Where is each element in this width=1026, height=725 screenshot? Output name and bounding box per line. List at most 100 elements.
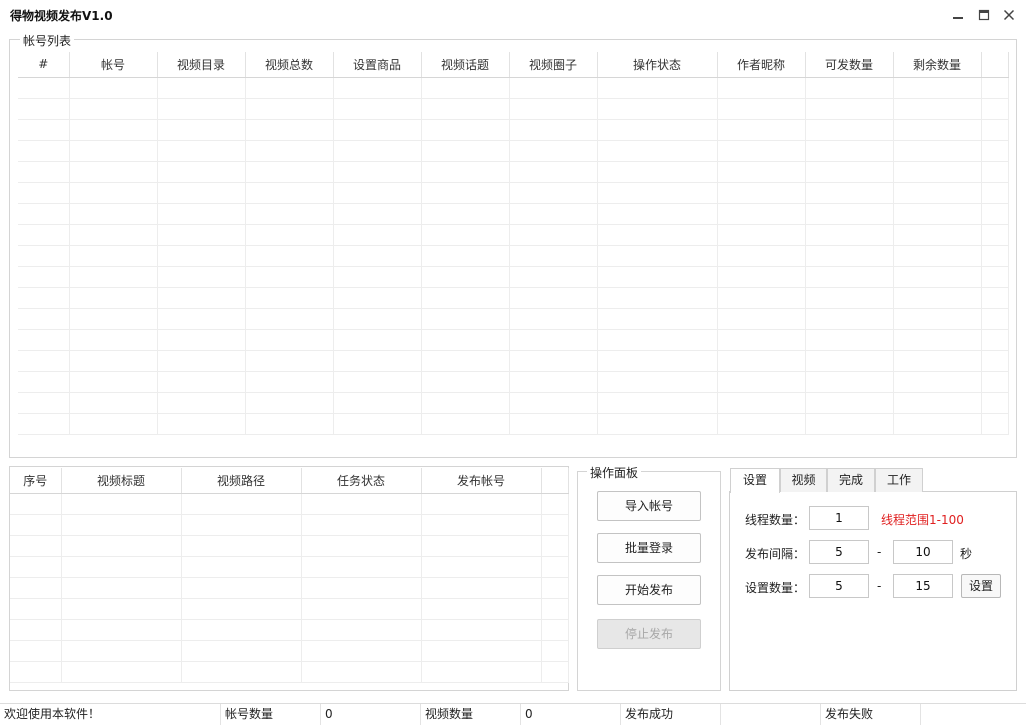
table-cell bbox=[541, 619, 569, 641]
tab-work[interactable]: 工作 bbox=[875, 468, 923, 492]
accounts-col-header[interactable]: 帐号 bbox=[69, 52, 158, 78]
table-row[interactable] bbox=[18, 140, 1009, 162]
table-row[interactable] bbox=[10, 493, 569, 515]
table-cell bbox=[245, 413, 334, 435]
table-row[interactable] bbox=[18, 161, 1009, 183]
table-row[interactable] bbox=[10, 535, 569, 557]
table-cell bbox=[421, 661, 542, 683]
status-fail-label: 发布失败 bbox=[821, 704, 921, 725]
table-row[interactable] bbox=[18, 287, 1009, 309]
table-row[interactable] bbox=[10, 577, 569, 599]
table-row[interactable] bbox=[10, 598, 569, 620]
accounts-col-header[interactable]: # bbox=[18, 52, 70, 78]
table-cell bbox=[541, 514, 569, 536]
tab-done[interactable]: 完成 bbox=[827, 468, 875, 492]
table-cell bbox=[597, 392, 718, 414]
table-cell bbox=[301, 514, 422, 536]
table-cell bbox=[157, 119, 246, 141]
table-cell bbox=[181, 535, 302, 557]
count-min-input[interactable]: 5 bbox=[809, 574, 869, 598]
table-cell bbox=[597, 119, 718, 141]
stop-publish-button[interactable]: 停止发布 bbox=[597, 619, 701, 649]
accounts-col-header[interactable]: 视频话题 bbox=[421, 52, 510, 78]
accounts-col-header[interactable]: 设置商品 bbox=[333, 52, 422, 78]
table-row[interactable] bbox=[18, 224, 1009, 246]
table-cell bbox=[509, 224, 598, 246]
table-row[interactable] bbox=[10, 619, 569, 641]
batch-login-button[interactable]: 批量登录 bbox=[597, 533, 701, 563]
table-row[interactable] bbox=[18, 350, 1009, 372]
table-cell bbox=[421, 640, 542, 662]
table-cell bbox=[509, 350, 598, 372]
tasks-col-header[interactable]: 序号 bbox=[10, 468, 62, 494]
table-row[interactable] bbox=[18, 392, 1009, 414]
table-cell bbox=[805, 140, 894, 162]
table-row[interactable] bbox=[10, 556, 569, 578]
start-publish-button[interactable]: 开始发布 bbox=[597, 575, 701, 605]
maximize-icon[interactable] bbox=[976, 7, 992, 23]
table-cell bbox=[717, 287, 806, 309]
table-row[interactable] bbox=[10, 514, 569, 536]
table-row[interactable] bbox=[10, 661, 569, 683]
table-cell bbox=[181, 661, 302, 683]
table-cell bbox=[597, 140, 718, 162]
table-row[interactable] bbox=[18, 266, 1009, 288]
accounts-col-header[interactable]: 操作状态 bbox=[597, 52, 718, 78]
tasks-col-header[interactable]: 发布帐号 bbox=[421, 468, 542, 494]
accounts-col-header[interactable]: 视频总数 bbox=[245, 52, 334, 78]
interval-min-input[interactable]: 5 bbox=[809, 540, 869, 564]
table-cell bbox=[157, 182, 246, 204]
accounts-col-header[interactable]: 作者昵称 bbox=[717, 52, 806, 78]
table-row[interactable] bbox=[18, 245, 1009, 267]
table-cell bbox=[597, 371, 718, 393]
table-cell bbox=[333, 266, 422, 288]
table-row[interactable] bbox=[18, 371, 1009, 393]
table-row[interactable] bbox=[18, 98, 1009, 120]
threads-input[interactable]: 1 bbox=[809, 506, 869, 530]
tab-settings[interactable]: 设置 bbox=[730, 468, 780, 493]
table-cell bbox=[10, 577, 62, 599]
table-row[interactable] bbox=[18, 413, 1009, 435]
import-accounts-button[interactable]: 导入帐号 bbox=[597, 491, 701, 521]
table-row[interactable] bbox=[18, 308, 1009, 330]
accounts-col-header[interactable]: 视频圈子 bbox=[509, 52, 598, 78]
table-cell bbox=[69, 287, 158, 309]
table-cell bbox=[69, 329, 158, 351]
tasks-col-header[interactable]: 视频标题 bbox=[61, 468, 182, 494]
table-row[interactable] bbox=[18, 77, 1009, 99]
table-cell bbox=[10, 514, 62, 536]
table-row[interactable] bbox=[10, 640, 569, 662]
minimize-icon[interactable] bbox=[950, 7, 966, 23]
tasks-table: 序号 视频标题 视频路径 任务状态 发布帐号 bbox=[10, 468, 569, 683]
table-cell bbox=[333, 161, 422, 183]
table-row[interactable] bbox=[18, 182, 1009, 204]
table-cell bbox=[157, 308, 246, 330]
accounts-col-header[interactable]: 剩余数量 bbox=[893, 52, 982, 78]
count-max-input[interactable]: 15 bbox=[893, 574, 953, 598]
table-cell bbox=[981, 98, 1009, 120]
table-row[interactable] bbox=[18, 203, 1009, 225]
accounts-col-header[interactable]: 可发数量 bbox=[805, 52, 894, 78]
table-cell bbox=[61, 577, 182, 599]
tasks-col-header[interactable]: 视频路径 bbox=[181, 468, 302, 494]
table-row[interactable] bbox=[18, 119, 1009, 141]
accounts-col-header[interactable]: 视频目录 bbox=[157, 52, 246, 78]
table-cell bbox=[509, 371, 598, 393]
table-cell bbox=[18, 119, 70, 141]
table-cell bbox=[717, 182, 806, 204]
window-title: 得物视频发布V1.0 bbox=[10, 9, 113, 23]
table-row[interactable] bbox=[18, 329, 1009, 351]
table-cell bbox=[717, 308, 806, 330]
tasks-col-header[interactable]: 任务状态 bbox=[301, 468, 422, 494]
table-cell bbox=[333, 77, 422, 99]
table-cell bbox=[981, 182, 1009, 204]
table-cell bbox=[597, 350, 718, 372]
interval-max-input[interactable]: 10 bbox=[893, 540, 953, 564]
tab-video[interactable]: 视频 bbox=[780, 468, 827, 492]
table-cell bbox=[597, 182, 718, 204]
close-icon[interactable] bbox=[1001, 7, 1017, 23]
tasks-header-filler bbox=[541, 468, 569, 494]
set-count-button[interactable]: 设置 bbox=[961, 574, 1001, 598]
table-cell bbox=[157, 77, 246, 99]
table-cell bbox=[509, 413, 598, 435]
